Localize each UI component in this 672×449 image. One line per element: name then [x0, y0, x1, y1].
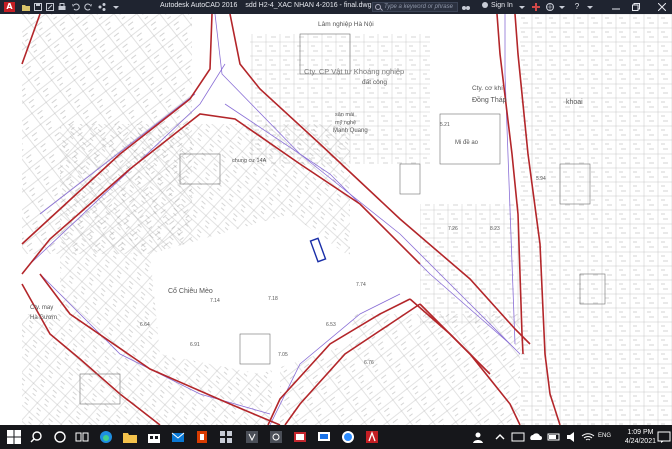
battery-icon[interactable]: [546, 429, 562, 445]
label-cty-may: Cty. may: [30, 305, 53, 311]
notifications-icon[interactable]: [656, 429, 672, 445]
clock[interactable]: 1:09 PM 4/24/2021: [625, 428, 656, 446]
label-co-chieu-meo: Cổ Chiêu Mèo: [168, 287, 213, 295]
cad-drawing[interactable]: Lâm nghiệp Hà Nội Cty. CP Vật tư Khoáng …: [0, 14, 672, 425]
label-726: 7.26: [448, 226, 458, 232]
title-bar: A Autodesk AutoCAD 2016 sdd H2-4_XAC NHA…: [0, 0, 672, 14]
window-title: Autodesk AutoCAD 2016 sdd H2-4_XAC NHAN …: [160, 2, 371, 9]
user-icon: [482, 2, 488, 8]
clock-date: 4/24/2021: [624, 438, 656, 445]
left-margin: [0, 14, 22, 425]
label-chung-cu: chung cư 14A: [232, 158, 267, 164]
network-icon[interactable]: [510, 429, 526, 445]
windows-taskbar: ENG 1:09 PM 4/24/2021: [0, 425, 672, 449]
dropdown-arrow-icon[interactable]: [586, 3, 594, 11]
label-521: 5.21: [440, 122, 450, 128]
dropdown-arrow-icon[interactable]: [518, 3, 526, 11]
label-774: 7.74: [356, 282, 366, 288]
close-icon: [657, 2, 667, 12]
app-grid-icon[interactable]: [218, 429, 234, 445]
file-explorer-icon[interactable]: [122, 429, 138, 445]
minimize-button[interactable]: [608, 0, 624, 14]
label-dong-thap: Đồng Tháp: [472, 95, 507, 104]
dropdown-arrow-icon[interactable]: [112, 3, 120, 11]
search-placeholder: Type a keyword or phrase: [384, 4, 453, 10]
sign-in-label: Sign In: [491, 2, 513, 9]
language-indicator[interactable]: ENG: [598, 433, 611, 439]
label-manh-quang: Mạnh Quang: [333, 128, 368, 134]
help-icon: ?: [574, 2, 580, 11]
label-mi-de: Mi đề ao: [455, 140, 479, 146]
file-name: sdd H2-4_XAC NHAN 4-2016 - final.dwg: [245, 2, 372, 9]
edge-browser-icon[interactable]: [98, 429, 114, 445]
app-g-icon[interactable]: [268, 429, 284, 445]
redo-icon[interactable]: [84, 3, 92, 11]
minimize-icon: [612, 8, 620, 10]
label-ha-guom: Hà Gươm: [30, 315, 57, 321]
clock-time: 1:09 PM: [627, 429, 654, 436]
autocad-taskbar-icon[interactable]: [364, 429, 380, 445]
task-view-icon[interactable]: [74, 429, 90, 445]
drawing-canvas[interactable]: Lâm nghiệp Hà Nội Cty. CP Vật tư Khoáng …: [0, 14, 672, 425]
show-hidden-icons[interactable]: [492, 429, 508, 445]
mail-icon[interactable]: [170, 429, 186, 445]
maximize-button[interactable]: [628, 0, 644, 14]
undo-icon[interactable]: [72, 3, 80, 11]
close-button[interactable]: [652, 0, 672, 14]
presentation-app-icon[interactable]: [292, 429, 308, 445]
restore-icon: [632, 3, 640, 11]
label-cty-cp: Cty. CP Vật tư Khoáng nghiệp: [304, 67, 404, 76]
label-mu-nghe: mỹ nghệ: [335, 120, 356, 126]
block-mid-north: [250, 34, 430, 164]
autocad-logo-icon[interactable]: A: [4, 2, 15, 12]
block-right-mid: [420, 204, 520, 324]
app-v-icon[interactable]: [244, 429, 260, 445]
save-as-icon[interactable]: [46, 3, 54, 11]
label-653: 6.53: [326, 322, 336, 328]
keyword-search-input[interactable]: Type a keyword or phrase: [372, 2, 458, 12]
label-718: 7.18: [268, 296, 278, 302]
office-icon[interactable]: [194, 429, 210, 445]
zoom-app-icon[interactable]: [340, 429, 356, 445]
sign-in-button[interactable]: Sign In: [482, 2, 513, 9]
windows-start-icon[interactable]: [6, 429, 22, 445]
onedrive-icon[interactable]: [528, 429, 544, 445]
share-icon[interactable]: [98, 3, 106, 11]
a360-icon[interactable]: [546, 3, 554, 11]
autocad-window: A Autodesk AutoCAD 2016 sdd H2-4_XAC NHA…: [0, 0, 672, 449]
app-name: Autodesk AutoCAD 2016: [160, 2, 238, 9]
label-khoai: khoai: [566, 99, 583, 106]
volume-icon[interactable]: [564, 429, 580, 445]
wifi-icon[interactable]: [580, 429, 596, 445]
label-ban-mai: sân mái: [335, 112, 354, 118]
dropdown-arrow-icon[interactable]: [558, 3, 566, 11]
search-icon: [375, 4, 381, 10]
open-file-icon[interactable]: [22, 3, 30, 11]
label-lam-nghiep: Lâm nghiệp Hà Nội: [318, 21, 374, 28]
remote-app-icon[interactable]: [316, 429, 332, 445]
label-705: 7.05: [278, 352, 288, 358]
label-714: 7.14: [210, 298, 220, 304]
exchange-apps-icon[interactable]: [532, 3, 540, 11]
label-664: 6.64: [140, 322, 150, 328]
person-tray-icon[interactable]: [470, 429, 486, 445]
plot-icon[interactable]: [58, 3, 66, 11]
help-button[interactable]: ?: [572, 0, 582, 14]
binoculars-icon[interactable]: [462, 3, 470, 11]
label-676: 6.76: [364, 360, 374, 366]
search-icon[interactable]: [30, 429, 46, 445]
save-icon[interactable]: [34, 3, 42, 11]
label-823: 8.23: [490, 226, 500, 232]
label-dat-cong: đất công: [362, 77, 387, 86]
label-cty-co-khi: Cty. cơ khí: [472, 85, 503, 92]
label-594: 5.94: [536, 176, 546, 182]
store-icon[interactable]: [146, 429, 162, 445]
label-691: 6.91: [190, 342, 200, 348]
cortana-icon[interactable]: [52, 429, 68, 445]
